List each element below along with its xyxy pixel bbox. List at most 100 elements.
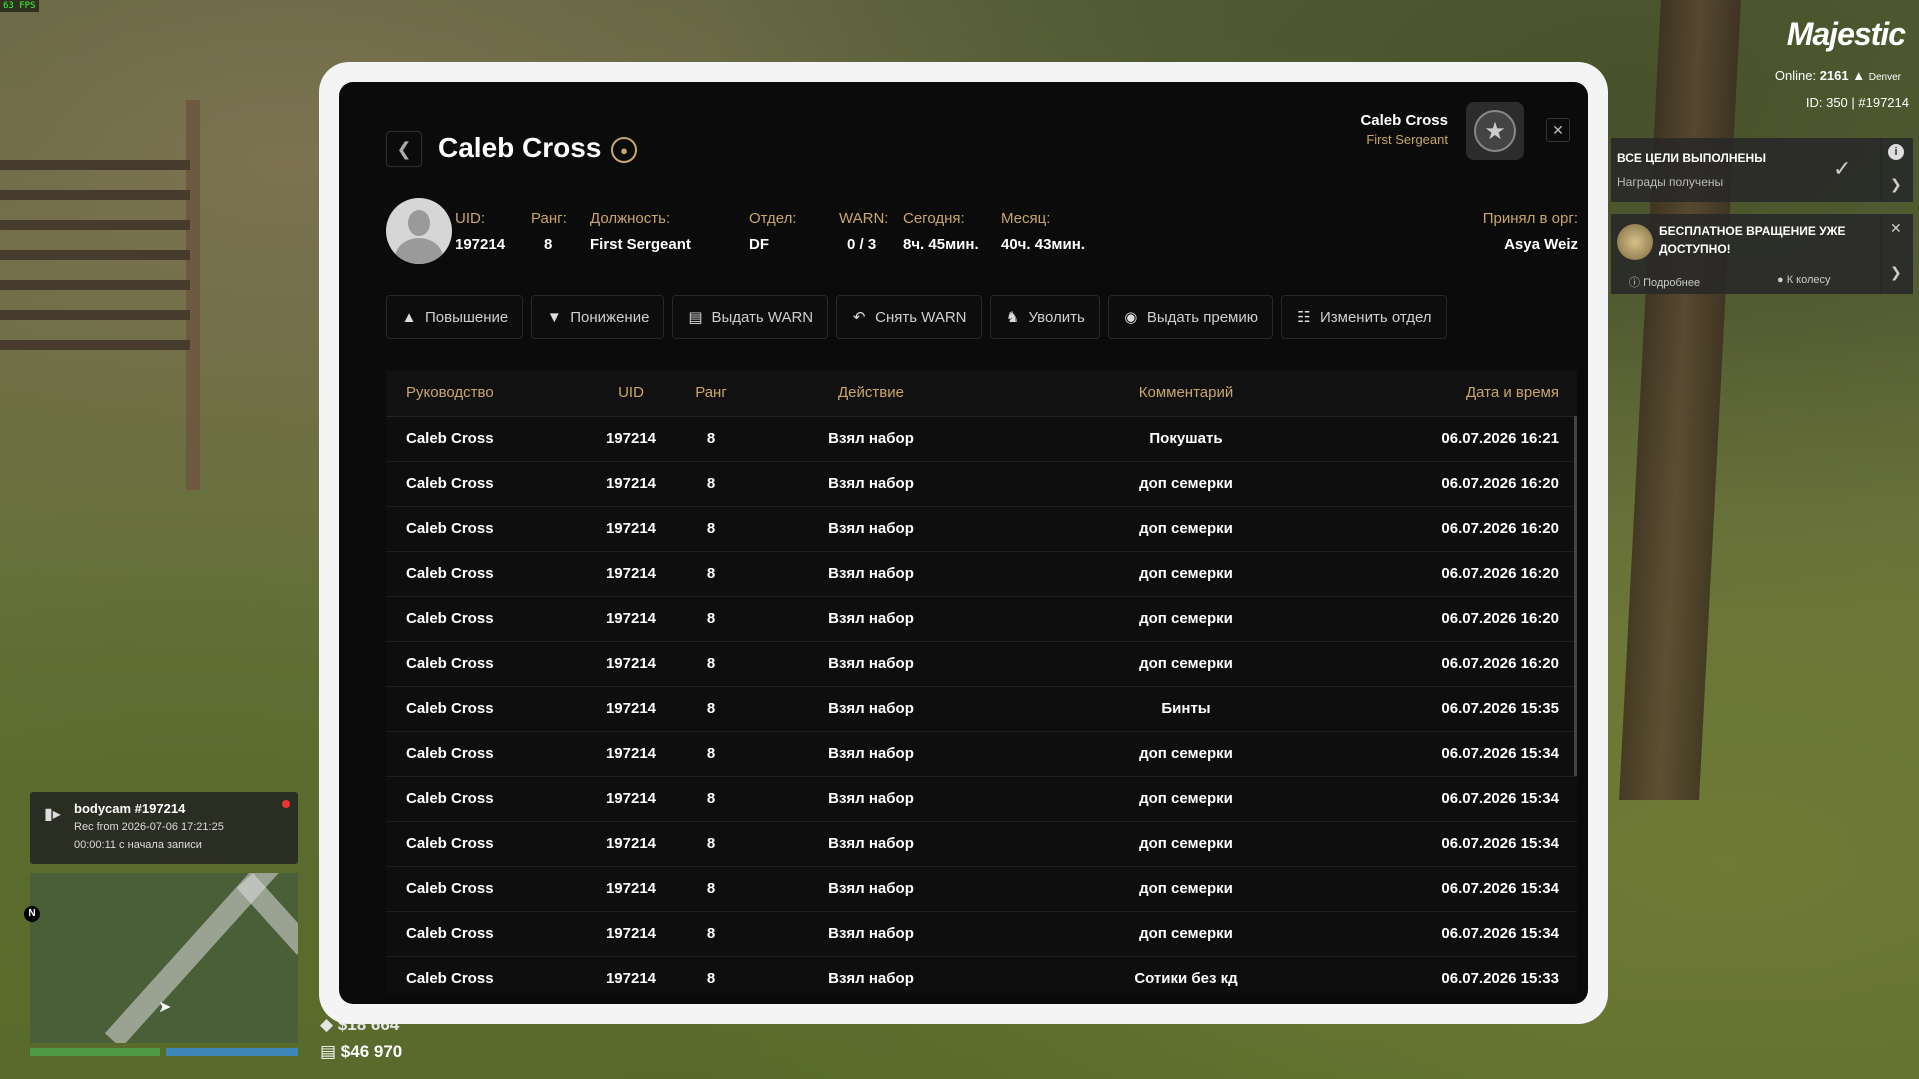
cell-manager: Caleb Cross [386,551,601,597]
close-button[interactable]: ✕ [1546,118,1570,142]
cell-manager: Caleb Cross [386,506,601,552]
cell-action: Взял набор [761,551,981,597]
fps-counter: 63 FPS [0,0,39,12]
stat-label: Ранг: [531,210,567,227]
cell-uid: 197214 [601,776,661,822]
table-row: Caleb Cross 197214 8 Взял набор доп семерки 0… [386,596,1577,642]
cell-action: Взял набор [761,416,981,462]
stat-position: Должность: First Sergeant [590,210,691,253]
table-row: Caleb Cross 197214 8 Взял набор Сотики без к… [386,956,1577,994]
change-department-button[interactable]: ☷ Изменить отдел [1280,295,1447,339]
cell-comment: Сотики без кд [981,956,1391,994]
cell-manager: Caleb Cross [386,911,601,957]
member-badge-icon[interactable]: ● [611,137,637,163]
online-label: Online: [1774,68,1817,83]
stat-label: WARN: [839,210,889,227]
cell-uid: 197214 [601,551,661,597]
cell-datetime: 06.07.2026 15:35 [1391,686,1577,732]
cell-uid: 197214 [601,821,661,867]
cell-rank: 8 [661,641,761,687]
cell-action: Взял набор [761,911,981,957]
cell-manager: Caleb Cross [386,821,601,867]
current-user-rank: First Sergeant [1366,132,1448,147]
current-user-name: Caleb Cross [1360,112,1448,129]
cell-action: Взял набор [761,731,981,777]
back-button[interactable]: ❮ [386,131,422,167]
cell-comment: Бинты [981,686,1391,732]
bank-value: $46 970 [340,1042,403,1061]
table-scrollbar[interactable] [1574,416,1577,776]
details-link[interactable]: ⓘ Подробнее [1629,274,1700,290]
close-icon[interactable]: ✕ [1890,220,1902,237]
watchtower-background [0,100,200,490]
table-header-row: Руководство UID Ранг Действие Комментари… [386,370,1577,417]
avatar [386,198,452,264]
cell-datetime: 06.07.2026 15:34 [1391,866,1577,912]
recording-dot-icon [282,800,290,808]
person-exit-icon: ♞ [1005,309,1020,326]
cell-datetime: 06.07.2026 16:21 [1391,416,1577,462]
cell-manager: Caleb Cross [386,956,601,994]
chevron-right-icon[interactable]: ❯ [1890,264,1902,281]
cell-comment: доп семерки [981,776,1391,822]
cell-comment: доп семерки [981,551,1391,597]
table-row: Caleb Cross 197214 8 Взял набор доп семерки 0… [386,866,1577,912]
cell-uid: 197214 [601,731,661,777]
chevron-right-icon[interactable]: ❯ [1890,176,1902,193]
table-row: Caleb Cross 197214 8 Взял набор доп семерки 0… [386,911,1577,957]
to-wheel-label: К колесу [1786,274,1831,286]
stat-value: First Sergeant [590,236,691,253]
cell-manager: Caleb Cross [386,686,601,732]
cell-rank: 8 [661,506,761,552]
online-count: 2161 [1819,68,1849,83]
button-label: Выдать WARN [711,308,814,326]
cell-rank: 8 [661,686,761,732]
chevron-down-icon: ▼ [546,308,562,326]
promote-button[interactable]: ▲ Повышение [386,295,524,339]
cell-comment: Покушать [981,416,1391,462]
stat-label: Принял в орг: [1482,210,1578,227]
chevron-left-icon: ❮ [396,138,412,159]
dismiss-button[interactable]: ♞ Уволить [989,295,1100,339]
tablet-screen: ❮ Caleb Cross ● Caleb Cross First Sergea… [339,82,1588,1004]
cell-uid: 197214 [601,956,661,994]
table-row: Caleb Cross 197214 8 Взял набор доп семерки 0… [386,506,1577,552]
stat-rank: Ранг: 8 [531,210,567,253]
issue-warn-button[interactable]: ▤ Выдать WARN [672,295,829,339]
free-spin-card[interactable]: БЕСПЛАТНОЕ ВРАЩЕНИЕ УЖЕ ДОСТУПНО! ⓘ Подр… [1611,214,1882,294]
remove-warn-button[interactable]: ↶ Снять WARN [836,295,982,339]
cell-manager: Caleb Cross [386,641,601,687]
cell-datetime: 06.07.2026 15:33 [1391,956,1577,994]
cell-comment: доп семерки [981,506,1391,552]
cell-datetime: 06.07.2026 16:20 [1391,641,1577,687]
action-bar: ▲ Повышение ▼ Понижение ▤ Выдать WARN ↶ Снят… [386,295,1447,339]
stat-value: 8ч. 45мин. [903,236,979,253]
cell-manager: Caleb Cross [386,461,601,507]
history-table-container[interactable]: Руководство UID Ранг Действие Комментари… [386,370,1577,994]
cell-manager: Caleb Cross [386,866,601,912]
cell-action: Взял набор [761,641,981,687]
star-icon: ★ [1474,110,1516,152]
online-counter: Online: 2161 ▲ Denver [1775,68,1901,83]
cell-action: Взял набор [761,686,981,732]
document-warn-icon: ▤ [688,309,703,326]
minimap: ➤ [30,873,298,1043]
cell-uid: 197214 [601,641,661,687]
cell-rank: 8 [661,866,761,912]
free-spin-text: БЕСПЛАТНОЕ ВРАЩЕНИЕ УЖЕ ДОСТУПНО! [1659,224,1846,256]
table-row: Caleb Cross 197214 8 Взял набор доп семерки 0… [386,461,1577,507]
to-wheel-link[interactable]: ● К колесу [1777,274,1831,286]
stat-warn: WARN: 0 / 3 [839,210,888,253]
checkmark-icon: ✓ [1833,156,1852,181]
demote-button[interactable]: ▼ Понижение [531,295,665,339]
task-card[interactable]: ВСЕ ЦЕЛИ ВЫПОЛНЕНЫ Награды получены ✓ [1611,138,1882,202]
column-header: Комментарий [981,370,1391,417]
button-label: Снять WARN [875,308,967,326]
cell-rank: 8 [661,461,761,507]
stat-value: 8 [544,236,553,253]
cell-datetime: 06.07.2026 16:20 [1391,596,1577,642]
info-icon[interactable]: i [1888,144,1904,160]
column-header: UID [601,370,661,417]
give-bonus-button[interactable]: ◉ Выдать премию [1107,295,1273,339]
cell-rank: 8 [661,416,761,462]
